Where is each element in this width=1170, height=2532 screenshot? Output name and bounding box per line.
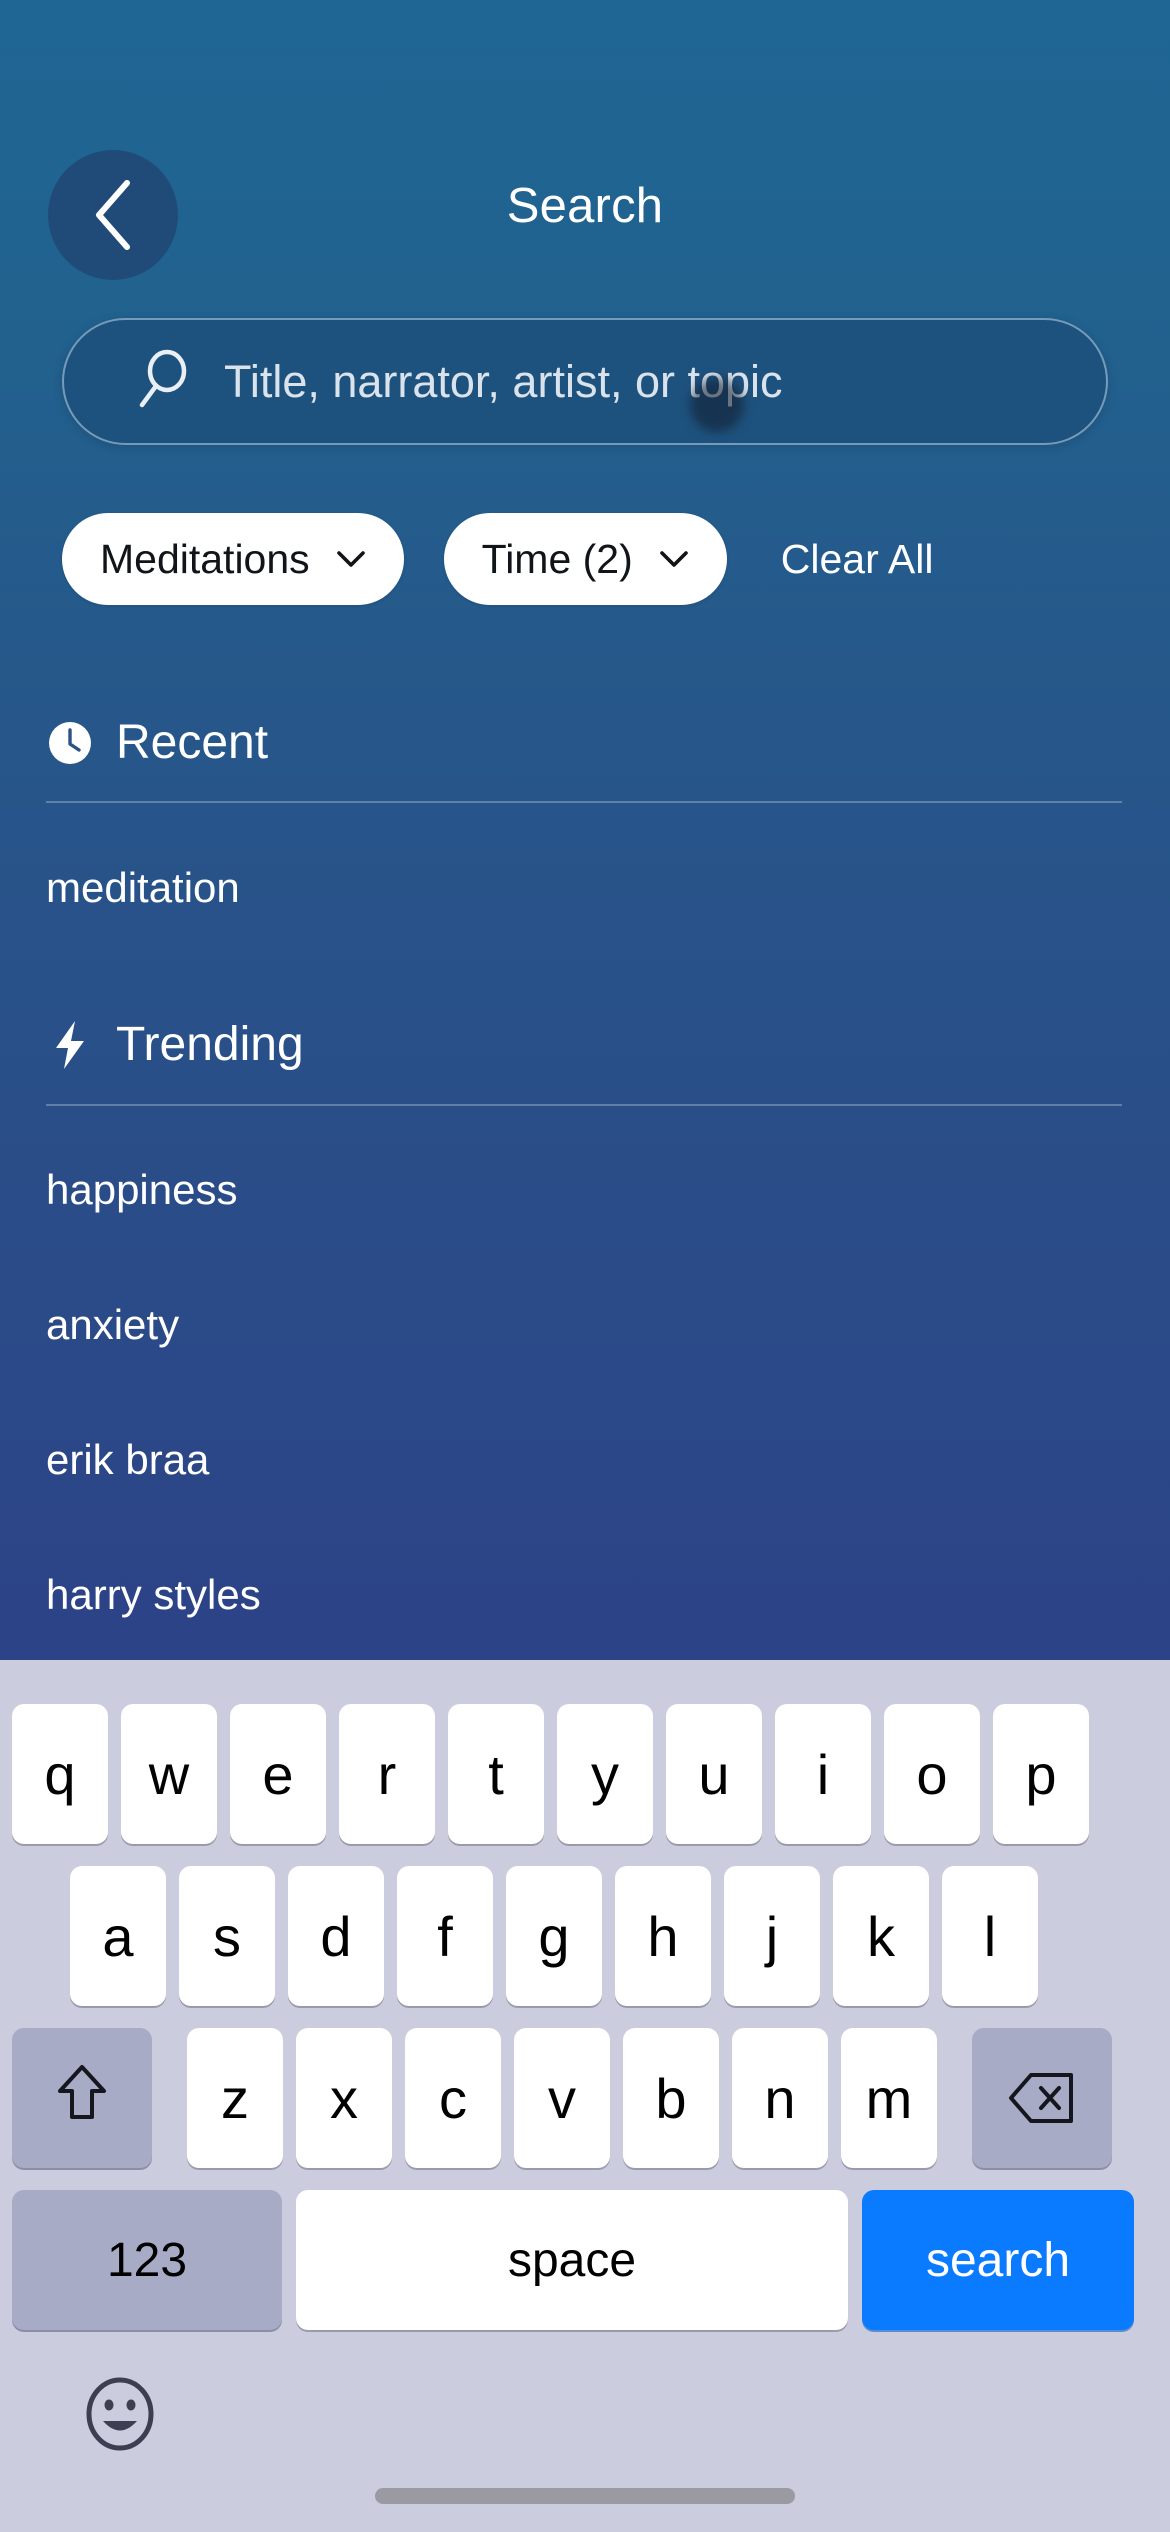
shift-arrow-icon — [54, 2061, 110, 2136]
key-k[interactable]: k — [833, 1866, 929, 2006]
key-m[interactable]: m — [841, 2028, 937, 2168]
recent-section-title: Recent — [116, 716, 269, 769]
clock-icon — [46, 719, 94, 767]
key-o[interactable]: o — [884, 1704, 980, 1844]
keyboard-row-1: q w e r t y u i o p — [0, 1704, 1170, 1844]
key-u[interactable]: u — [666, 1704, 762, 1844]
search-input[interactable]: Title, narrator, artist, or topic — [62, 318, 1108, 445]
shift-key[interactable] — [12, 2028, 152, 2168]
key-s[interactable]: s — [179, 1866, 275, 2006]
trending-divider — [46, 1104, 1122, 1106]
trending-section-header: Trending — [46, 1017, 304, 1072]
trending-section-title: Trending — [116, 1018, 304, 1071]
key-t[interactable]: t — [448, 1704, 544, 1844]
keyboard-row-4: 123 space search — [0, 2190, 1170, 2330]
trending-list-item[interactable]: anxiety — [46, 1301, 179, 1349]
key-p[interactable]: p — [993, 1704, 1089, 1844]
lightning-bolt-icon — [46, 1020, 94, 1069]
recent-section-header: Recent — [46, 715, 268, 770]
recent-list-item[interactable]: meditation — [46, 864, 240, 912]
key-q[interactable]: q — [12, 1704, 108, 1844]
key-b[interactable]: b — [623, 2028, 719, 2168]
trending-list-item[interactable]: erik braa — [46, 1436, 209, 1484]
search-icon — [136, 348, 192, 415]
backspace-icon — [1009, 2073, 1073, 2123]
on-screen-keyboard: q w e r t y u i o p a s d f g h j k l z … — [0, 1660, 1170, 2532]
keyboard-row-3: z x c v b n m — [0, 2028, 1170, 2168]
clear-all-button[interactable]: Clear All — [781, 536, 934, 583]
search-return-key[interactable]: search — [862, 2190, 1134, 2330]
key-h[interactable]: h — [615, 1866, 711, 2006]
keyboard-row-2: a s d f g h j k l — [0, 1866, 1170, 2006]
key-i[interactable]: i — [775, 1704, 871, 1844]
key-a[interactable]: a — [70, 1866, 166, 2006]
touch-indicator — [690, 378, 744, 432]
recent-divider — [46, 801, 1122, 803]
key-w[interactable]: w — [121, 1704, 217, 1844]
home-indicator[interactable] — [375, 2488, 795, 2504]
emoji-key[interactable] — [82, 2376, 158, 2457]
space-key[interactable]: space — [296, 2190, 848, 2330]
trending-list-item[interactable]: happiness — [46, 1166, 237, 1214]
key-d[interactable]: d — [288, 1866, 384, 2006]
filter-chip-label: Time (2) — [481, 535, 633, 582]
chevron-down-icon — [659, 550, 689, 569]
key-n[interactable]: n — [732, 2028, 828, 2168]
key-y[interactable]: y — [557, 1704, 653, 1844]
key-f[interactable]: f — [397, 1866, 493, 2006]
key-v[interactable]: v — [514, 2028, 610, 2168]
filter-chip-time[interactable]: Time (2) — [443, 513, 727, 605]
backspace-key[interactable] — [972, 2028, 1112, 2168]
smiley-face-icon — [84, 2376, 156, 2457]
key-r[interactable]: r — [339, 1704, 435, 1844]
key-x[interactable]: x — [296, 2028, 392, 2168]
key-e[interactable]: e — [230, 1704, 326, 1844]
filter-chip-meditations[interactable]: Meditations — [62, 513, 404, 605]
trending-list-item[interactable]: harry styles — [46, 1571, 261, 1619]
key-l[interactable]: l — [942, 1866, 1038, 2006]
search-screen: Search Title, narrator, artist, or topic… — [0, 0, 1170, 1660]
key-z[interactable]: z — [187, 2028, 283, 2168]
chevron-down-icon — [336, 550, 366, 569]
key-c[interactable]: c — [405, 2028, 501, 2168]
key-g[interactable]: g — [506, 1866, 602, 2006]
page-title: Search — [506, 179, 664, 233]
key-j[interactable]: j — [724, 1866, 820, 2006]
filter-chip-row: Meditations Time (2) Clear All — [62, 513, 933, 605]
numbers-key[interactable]: 123 — [12, 2190, 282, 2330]
filter-chip-label: Meditations — [100, 535, 310, 582]
